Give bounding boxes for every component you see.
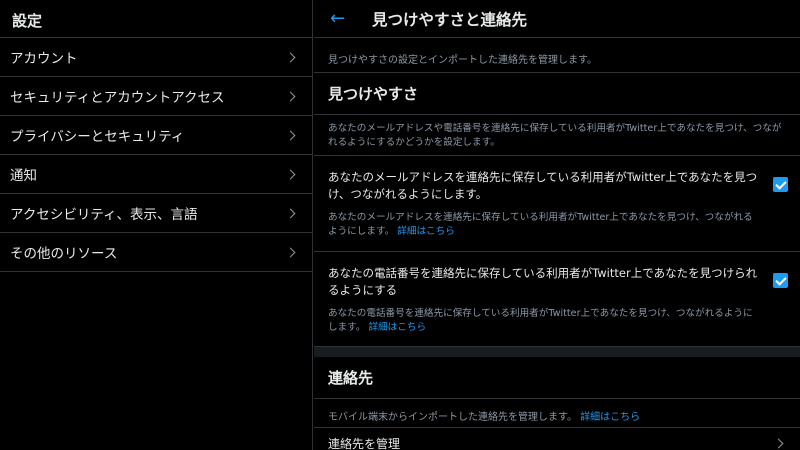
contacts-description: モバイル端末からインポートした連絡先を管理します。 詳細はこちら: [314, 399, 800, 428]
email-discoverability-option[interactable]: あなたのメールアドレスを連絡先に保存している利用者がTwitter上であなたを見…: [314, 156, 800, 252]
discoverability-heading: 見つけやすさ: [328, 85, 419, 103]
sidebar-item-label: アカウント: [10, 51, 78, 67]
phone-discoverability-option[interactable]: あなたの電話番号を連絡先に保存している利用者がTwitter上であなたを見つけら…: [314, 252, 800, 347]
manage-contacts-label: 連絡先を管理: [328, 436, 401, 450]
sidebar-item-label: 通知: [10, 168, 37, 184]
sidebar-item-label: プライバシーとセキュリティ: [10, 129, 185, 145]
email-discoverability-checkbox[interactable]: [773, 177, 788, 192]
sidebar-item-accessibility[interactable]: アクセシビリティ、表示、言語: [0, 194, 312, 233]
page-description: 見つけやすさの設定とインポートした連絡先を管理します。: [314, 38, 800, 73]
chevron-right-icon: [773, 438, 784, 448]
email-option-sub-text: あなたのメールアドレスを連絡先に保存している利用者がTwitter上であなたを見…: [328, 212, 753, 237]
back-arrow-icon[interactable]: ←: [330, 9, 358, 28]
page-title: 見つけやすさと連絡先: [372, 10, 528, 29]
sidebar-item-account[interactable]: アカウント: [0, 38, 312, 77]
sidebar-item-security[interactable]: セキュリティとアカウントアクセス: [0, 77, 312, 116]
sidebar-item-resources[interactable]: その他のリソース: [0, 233, 312, 272]
contacts-learn-more-link[interactable]: 詳細はこちら: [580, 412, 640, 423]
section-divider: [314, 347, 800, 357]
chevron-right-icon: [285, 52, 296, 62]
discoverability-description: あなたのメールアドレスや電話番号を連絡先に保存している利用者がTwitter上で…: [314, 114, 800, 156]
chevron-right-icon: [285, 91, 296, 101]
email-option-description: あなたのメールアドレスを連絡先に保存している利用者がTwitter上であなたを見…: [328, 211, 760, 239]
phone-option-label: あなたの電話番号を連絡先に保存している利用者がTwitter上であなたを見つけら…: [328, 266, 758, 297]
email-learn-more-link[interactable]: 詳細はこちら: [397, 226, 455, 237]
detail-header: ← 見つけやすさと連絡先: [314, 0, 800, 38]
sidebar-item-label: その他のリソース: [10, 246, 118, 262]
email-option-label: あなたのメールアドレスを連絡先に保存している利用者がTwitter上であなたを見…: [328, 170, 758, 201]
phone-option-description: あなたの電話番号を連絡先に保存している利用者がTwitter上であなたを見つけ、…: [328, 307, 760, 335]
contacts-description-text: モバイル端末からインポートした連絡先を管理します。: [328, 412, 577, 423]
settings-detail-panel: ← 見つけやすさと連絡先 見つけやすさの設定とインポートした連絡先を管理します。…: [314, 0, 800, 450]
manage-contacts-item[interactable]: 連絡先を管理: [314, 428, 800, 450]
phone-learn-more-link[interactable]: 詳細はこちら: [368, 322, 426, 333]
sidebar-item-label: アクセシビリティ、表示、言語: [10, 207, 198, 223]
sidebar-title: 設定: [0, 0, 312, 38]
settings-sidebar: 設定 アカウント セキュリティとアカウントアクセス プライバシーとセキュリティ …: [0, 0, 313, 450]
sidebar-item-notifications[interactable]: 通知: [0, 155, 312, 194]
chevron-right-icon: [285, 130, 296, 140]
phone-discoverability-checkbox[interactable]: [773, 273, 788, 288]
sidebar-item-label: セキュリティとアカウントアクセス: [10, 90, 225, 106]
chevron-right-icon: [285, 169, 296, 179]
contacts-heading: 連絡先: [314, 357, 800, 399]
chevron-right-icon: [285, 208, 296, 218]
sidebar-item-privacy[interactable]: プライバシーとセキュリティ: [0, 116, 312, 155]
chevron-right-icon: [285, 247, 296, 257]
